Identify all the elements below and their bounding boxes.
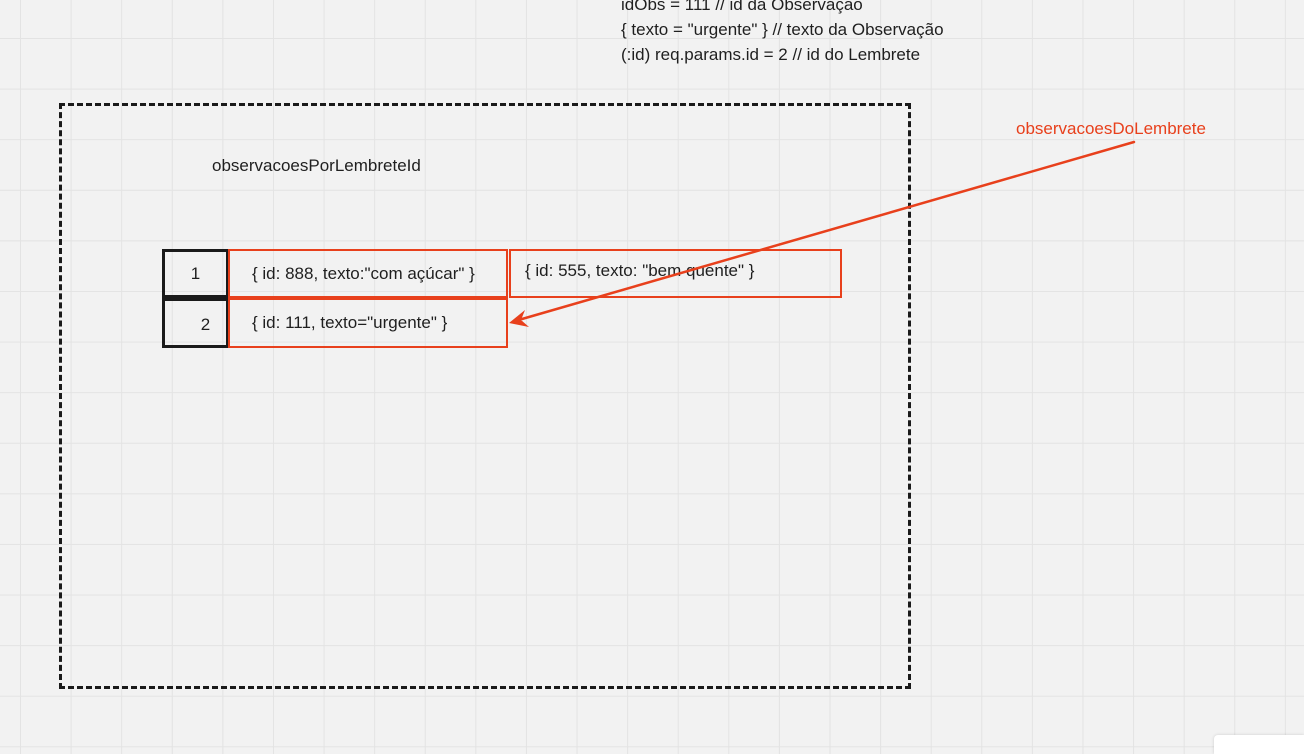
map-value-cell[interactable]: { id: 888, texto:"com açúcar" } bbox=[228, 249, 508, 298]
map-value-cell[interactable]: { id: 555, texto: "bem quente" } bbox=[509, 249, 842, 298]
note-line-req-params: (:id) req.params.id = 2 // id do Lembret… bbox=[621, 45, 921, 64]
map-key-label: 1 bbox=[190, 264, 201, 283]
note-line-texto: { texto = "urgente" } // texto da Observ… bbox=[621, 20, 944, 39]
observation-object-text: { id: 111, texto="urgente" } bbox=[252, 313, 448, 332]
observation-object-text: { id: 888, texto:"com açúcar" } bbox=[252, 264, 475, 283]
map-key-cell-2[interactable]: 2 bbox=[162, 298, 229, 348]
map-key-cell-1[interactable]: 1 bbox=[162, 249, 229, 298]
map-value-cell[interactable]: { id: 111, texto="urgente" } bbox=[228, 298, 508, 348]
map-container-frame[interactable] bbox=[59, 103, 911, 689]
map-key-label: 2 bbox=[200, 315, 211, 334]
whiteboard-canvas[interactable]: idObs = 111 // id da Observação { texto … bbox=[0, 0, 1304, 754]
map-title: observacoesPorLembreteId bbox=[212, 156, 421, 175]
pointer-label: observacoesDoLembrete bbox=[1016, 119, 1206, 138]
corner-toolbar-panel[interactable] bbox=[1214, 735, 1304, 754]
note-line-idobs: idObs = 111 // id da Observação bbox=[621, 0, 863, 14]
observation-object-text: { id: 555, texto: "bem quente" } bbox=[525, 261, 755, 280]
